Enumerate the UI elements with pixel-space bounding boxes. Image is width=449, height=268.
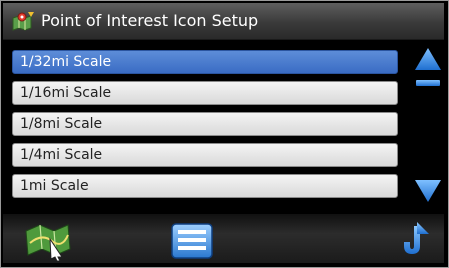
scale-list: 1/32mi Scale 1/16mi Scale 1/8mi Scale 1/…: [12, 50, 398, 205]
map-icon: [22, 219, 74, 261]
poi-app-icon: [11, 10, 35, 32]
page-title: Point of Interest Icon Setup: [41, 11, 259, 30]
list-menu-icon: [168, 220, 216, 262]
scroll-down-arrow-icon: [413, 176, 443, 206]
scroll-up-button[interactable]: [413, 46, 443, 90]
title-bar: Point of Interest Icon Setup: [3, 3, 444, 40]
back-arrow-icon: [396, 220, 434, 260]
list-item[interactable]: 1/8mi Scale: [12, 112, 398, 136]
list-item[interactable]: 1mi Scale: [12, 174, 398, 198]
list-item[interactable]: 1/4mi Scale: [12, 143, 398, 167]
list-item[interactable]: 1/16mi Scale: [12, 81, 398, 105]
scroll-up-arrow-icon: [413, 46, 443, 90]
back-button[interactable]: [396, 220, 434, 260]
scroll-down-button[interactable]: [413, 176, 443, 206]
list-item[interactable]: 1/32mi Scale: [12, 50, 398, 74]
map-button[interactable]: [22, 219, 74, 261]
list-menu-button[interactable]: [168, 220, 216, 262]
